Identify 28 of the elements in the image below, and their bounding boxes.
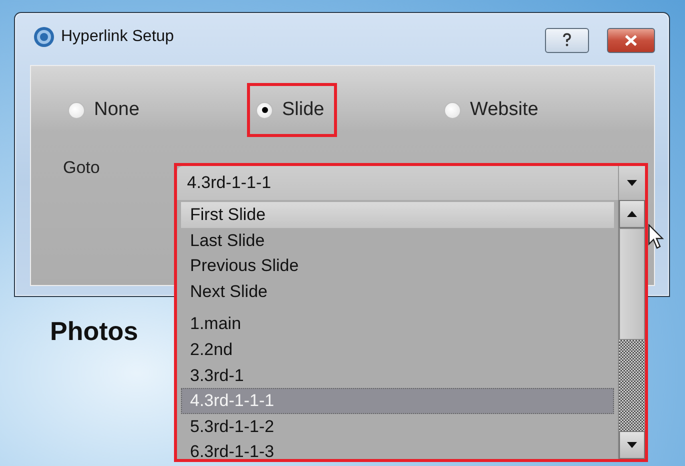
- app-logo-icon: [33, 26, 55, 48]
- help-button[interactable]: [545, 28, 589, 52]
- close-button[interactable]: [607, 28, 655, 52]
- dropdown-option[interactable]: First Slide: [181, 202, 614, 228]
- scroll-down-icon[interactable]: [619, 431, 645, 459]
- dropdown-option[interactable]: 2.2nd: [181, 336, 614, 363]
- help-icon: [562, 33, 572, 47]
- goto-label: Goto: [63, 158, 101, 178]
- dropdown-option[interactable]: 5.3rd-1-1-2: [181, 414, 614, 440]
- radio-button[interactable]: [256, 102, 273, 118]
- radio-option[interactable]: None: [59, 83, 152, 137]
- window-title: Hyperlink Setup: [61, 28, 174, 46]
- dropdown-option[interactable]: 1.main: [181, 311, 614, 337]
- radio-option[interactable]: Website: [435, 83, 552, 137]
- dropdown-option[interactable]: Last Slide: [181, 228, 614, 254]
- dropdown-option[interactable]: 6.3rd-1-1-3: [181, 439, 614, 465]
- radio-button[interactable]: [68, 102, 85, 118]
- dropdown-option[interactable]: Previous Slide: [181, 253, 614, 279]
- radio-button[interactable]: [444, 102, 461, 118]
- close-icon: [624, 34, 638, 46]
- scroll-up-icon[interactable]: [619, 200, 645, 228]
- slide-heading: Photos: [50, 316, 138, 347]
- goto-dropdown[interactable]: 4.3rd-1-1-1: [177, 166, 645, 200]
- dropdown-option[interactable]: Next Slide: [181, 278, 614, 304]
- scrollbar[interactable]: [618, 200, 645, 459]
- dropdown-option[interactable]: 3.3rd-1: [181, 362, 614, 388]
- mouse-cursor-icon: [648, 224, 664, 250]
- radio-option[interactable]: Slide: [247, 83, 338, 137]
